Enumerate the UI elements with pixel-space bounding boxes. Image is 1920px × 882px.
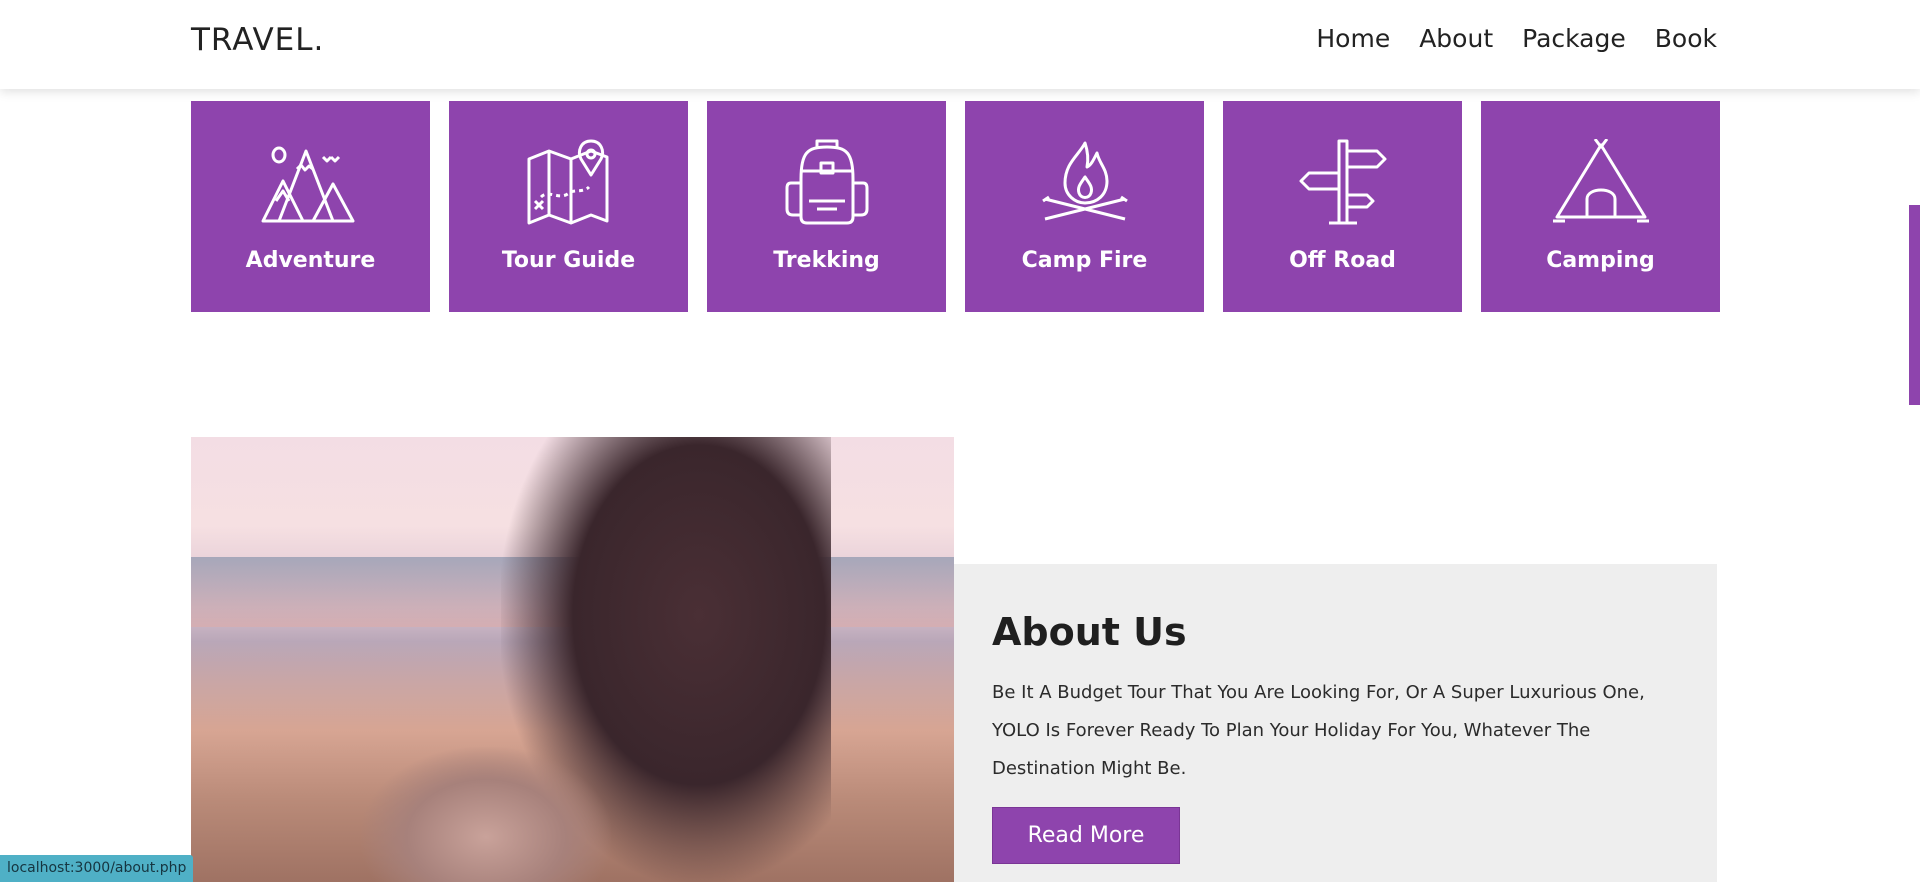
site-logo[interactable]: TRAVEL. bbox=[191, 22, 324, 58]
map-icon bbox=[527, 139, 609, 225]
nav-about[interactable]: About bbox=[1419, 24, 1493, 53]
about-title: About Us bbox=[992, 610, 1187, 654]
service-label: Camp Fire bbox=[1021, 248, 1148, 273]
site-header: TRAVEL. Home About Package Book bbox=[0, 0, 1920, 89]
about-section: About Us Be It A Budget Tour That You Ar… bbox=[954, 564, 1717, 882]
scroll-accent-bar bbox=[1909, 205, 1920, 405]
read-more-button[interactable]: Read More bbox=[992, 807, 1180, 864]
service-tile-tour-guide[interactable]: Tour Guide bbox=[449, 101, 688, 312]
services-grid: Adventure Tour Guide Trekking Camp Fire … bbox=[191, 101, 1720, 312]
service-label: Tour Guide bbox=[501, 248, 636, 273]
nav-home[interactable]: Home bbox=[1316, 24, 1390, 53]
service-tile-off-road[interactable]: Off Road bbox=[1223, 101, 1462, 312]
service-label: Off Road bbox=[1289, 248, 1396, 273]
about-photo bbox=[191, 437, 954, 882]
main-nav: Home About Package Book bbox=[1316, 24, 1717, 53]
status-bar-url: localhost:3000/about.php bbox=[0, 855, 194, 882]
nav-package[interactable]: Package bbox=[1522, 24, 1626, 53]
campfire-icon bbox=[1042, 141, 1128, 221]
service-label: Adventure bbox=[245, 248, 376, 273]
about-text: Be It A Budget Tour That You Are Looking… bbox=[992, 682, 1645, 779]
tent-icon bbox=[1553, 139, 1649, 223]
photo-hand bbox=[361, 747, 611, 882]
service-tile-camping[interactable]: Camping bbox=[1481, 101, 1720, 312]
service-label: Trekking bbox=[773, 248, 880, 273]
nav-book[interactable]: Book bbox=[1655, 24, 1717, 53]
backpack-icon bbox=[785, 139, 869, 225]
service-tile-trekking[interactable]: Trekking bbox=[707, 101, 946, 312]
service-label: Camping bbox=[1546, 248, 1655, 273]
service-tile-adventure[interactable]: Adventure bbox=[191, 101, 430, 312]
mountains-icon bbox=[261, 146, 355, 223]
signpost-icon bbox=[1299, 139, 1387, 225]
service-tile-camp-fire[interactable]: Camp Fire bbox=[965, 101, 1204, 312]
